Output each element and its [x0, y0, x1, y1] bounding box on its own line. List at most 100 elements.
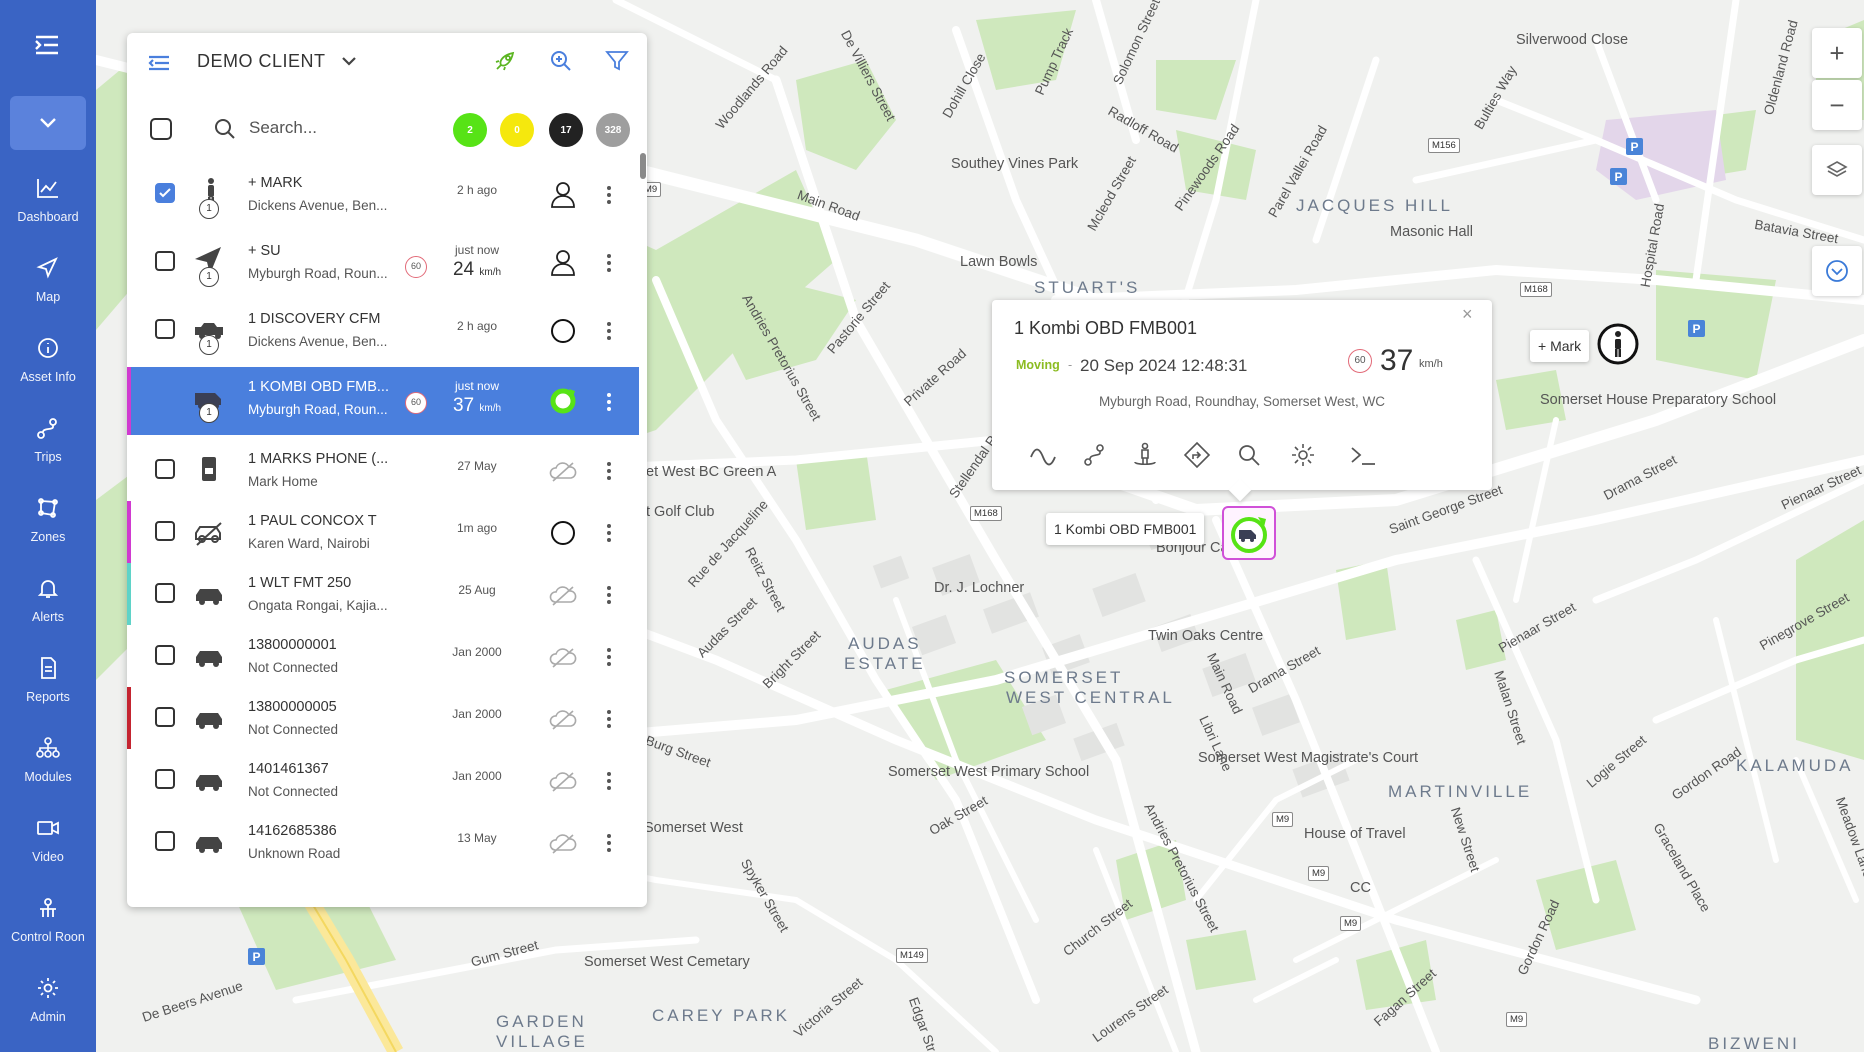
- map-label: et West BC Green A: [646, 464, 777, 480]
- person-marker-icon[interactable]: [1596, 322, 1640, 366]
- nav-label: Modules: [24, 770, 72, 784]
- driver-icon[interactable]: [547, 179, 579, 211]
- route-shield: M156: [1428, 138, 1460, 153]
- count-badge-yellow[interactable]: 0: [500, 113, 534, 147]
- gear-icon[interactable]: [1288, 440, 1318, 470]
- map-label: STUART'S: [1034, 278, 1141, 297]
- asset-row[interactable]: 1 MARKS PHONE (... Mark Home 27 May: [127, 439, 639, 501]
- map-label: Lawn Bowls: [960, 254, 1038, 270]
- row-checkbox[interactable]: [155, 183, 175, 203]
- vehicle-marker[interactable]: [1222, 506, 1276, 560]
- chevron-down-icon[interactable]: [337, 49, 361, 78]
- asset-row[interactable]: 1 + MARK Dickens Avenue, Ben... 2 h ago: [127, 163, 639, 225]
- menu-toggle-icon[interactable]: [28, 30, 64, 60]
- asset-row[interactable]: 1 1 DISCOVERY CFM Dickens Avenue, Ben...…: [127, 299, 639, 361]
- asset-row[interactable]: 1 PAUL CONCOX T Karen Ward, Nairobi 1m a…: [127, 501, 639, 563]
- nav-label: Reports: [26, 690, 70, 704]
- count-badge-grey[interactable]: 328: [596, 113, 630, 147]
- map-label: Dr. J. Lochner: [934, 580, 1025, 596]
- last-update: 2 h ago: [456, 183, 498, 197]
- asset-row[interactable]: 13800000005 Not Connected Jan 2000: [127, 687, 639, 749]
- count-badge-black[interactable]: 17: [549, 113, 583, 147]
- select-all-checkbox[interactable]: [149, 117, 173, 146]
- row-checkbox[interactable]: [155, 459, 175, 479]
- offline-cloud-icon: [547, 641, 579, 673]
- more-options-icon[interactable]: [597, 831, 621, 855]
- car-icon: [191, 823, 227, 863]
- zoom-search-icon[interactable]: [547, 47, 575, 80]
- nav-video[interactable]: Video: [0, 810, 96, 880]
- person-marker-label[interactable]: + Mark: [1530, 330, 1590, 362]
- more-options-icon[interactable]: [597, 769, 621, 793]
- map-label: MARTINVILLE: [1388, 782, 1533, 801]
- asset-row[interactable]: 1401461367 Not Connected Jan 2000: [127, 749, 639, 811]
- nav-modules[interactable]: Modules: [0, 730, 96, 800]
- last-update: 2 h ago: [456, 319, 498, 333]
- trail-icon[interactable]: [1028, 440, 1058, 470]
- row-checkbox[interactable]: [155, 707, 175, 727]
- more-options-icon[interactable]: [597, 390, 621, 414]
- speed: 37 km/h: [427, 395, 527, 417]
- row-checkbox[interactable]: [155, 319, 175, 339]
- more-options-icon[interactable]: [597, 645, 621, 669]
- driver-icon[interactable]: [547, 247, 579, 279]
- scrollbar-thumb[interactable]: [640, 153, 646, 179]
- last-update: 1m ago: [456, 521, 498, 535]
- more-options-icon[interactable]: [597, 183, 621, 207]
- expand-button[interactable]: [1812, 246, 1862, 296]
- search-icon[interactable]: [1234, 440, 1264, 470]
- collapse-panel-icon[interactable]: [145, 49, 173, 82]
- asset-row[interactable]: 14162685386 Unknown Road 13 May: [127, 811, 639, 873]
- collapse-dropdown-button[interactable]: [10, 96, 86, 150]
- trips-icon: [37, 418, 57, 439]
- nav-trips[interactable]: Trips: [0, 410, 96, 480]
- nav-asset-info[interactable]: Asset Info: [0, 330, 96, 400]
- row-checkbox[interactable]: [155, 583, 175, 603]
- asset-name: 13800000005: [248, 699, 337, 715]
- offline-cloud-icon: [547, 703, 579, 735]
- street-view-icon[interactable]: [1130, 440, 1160, 470]
- count-badge-green[interactable]: 2: [453, 113, 487, 147]
- more-options-icon[interactable]: [597, 251, 621, 275]
- search-input[interactable]: Search...: [249, 118, 317, 138]
- terminal-icon[interactable]: [1348, 440, 1378, 470]
- more-options-icon[interactable]: [597, 583, 621, 607]
- map-label: Masonic Hall: [1390, 224, 1473, 240]
- directions-icon[interactable]: [1182, 440, 1212, 470]
- more-options-icon[interactable]: [597, 459, 621, 483]
- filter-icon[interactable]: [603, 47, 631, 80]
- nav-zones[interactable]: Zones: [0, 490, 96, 560]
- asset-row[interactable]: 1 + SU Myburgh Road, Roun... 60 just now…: [127, 231, 639, 293]
- more-options-icon[interactable]: [597, 521, 621, 545]
- check-icon: [159, 188, 171, 198]
- row-checkbox[interactable]: [155, 645, 175, 665]
- asset-row[interactable]: 13800000001 Not Connected Jan 2000: [127, 625, 639, 687]
- more-options-icon[interactable]: [597, 707, 621, 731]
- more-options-icon[interactable]: [597, 319, 621, 343]
- asset-name: 1 WLT FMT 250: [248, 575, 352, 591]
- row-checkbox[interactable]: [155, 521, 175, 541]
- vehicle-marker-label[interactable]: 1 Kombi OBD FMB001: [1046, 513, 1205, 545]
- client-name[interactable]: DEMO CLIENT: [197, 51, 326, 72]
- nav-dashboard[interactable]: Dashboard: [0, 170, 96, 240]
- row-checkbox[interactable]: [155, 251, 175, 271]
- close-icon[interactable]: ×: [1462, 304, 1473, 325]
- route-shield: M149: [896, 948, 928, 963]
- nav-control-room[interactable]: Control Roon: [0, 890, 96, 960]
- map-label: WEST CENTRAL: [1006, 688, 1175, 707]
- trips-icon[interactable]: [1080, 440, 1110, 470]
- zoom-out-button[interactable]: −: [1812, 80, 1862, 130]
- layers-button[interactable]: [1812, 145, 1862, 195]
- nav-reports[interactable]: Reports: [0, 650, 96, 720]
- nav-admin[interactable]: Admin: [0, 970, 96, 1040]
- row-checkbox[interactable]: [155, 769, 175, 789]
- rocket-icon[interactable]: [491, 47, 519, 80]
- asset-row[interactable]: 1 WLT FMT 250 Ongata Rongai, Kajia... 25…: [127, 563, 639, 625]
- asset-row-selected[interactable]: 1 1 KOMBI OBD FMB... Mybur­gh Road, Roun…: [127, 367, 639, 435]
- zoom-in-button[interactable]: +: [1812, 28, 1862, 78]
- nav-alerts[interactable]: Alerts: [0, 570, 96, 640]
- device-count: 1: [199, 199, 219, 219]
- row-checkbox[interactable]: [155, 831, 175, 851]
- route-shield: M168: [970, 506, 1002, 521]
- nav-map[interactable]: Map: [0, 250, 96, 320]
